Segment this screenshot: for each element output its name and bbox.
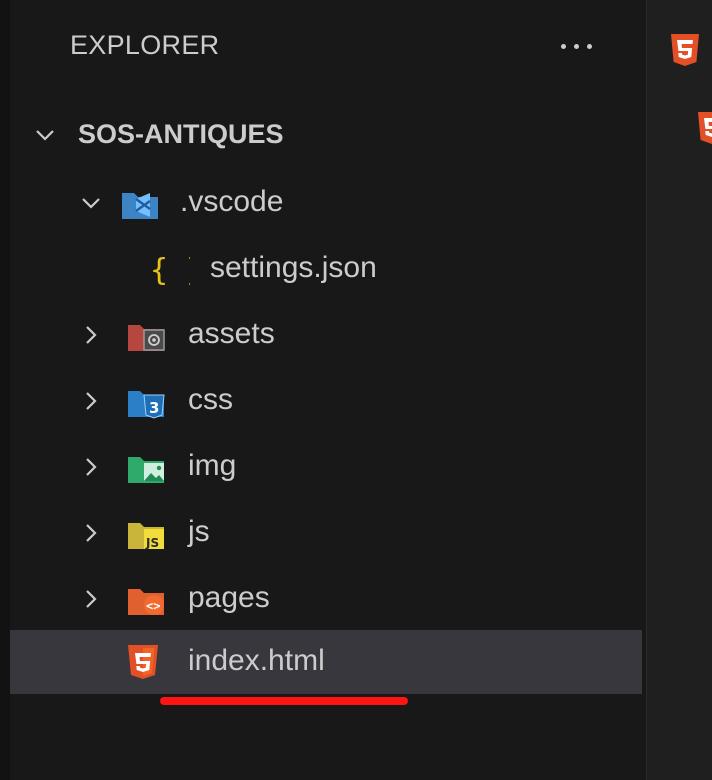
vscode-folder-icon	[120, 185, 162, 223]
css-folder-icon: 3	[126, 383, 168, 421]
assets-folder-icon	[126, 317, 168, 355]
image-folder-icon	[126, 449, 168, 487]
tree-item-label: img	[188, 449, 237, 482]
tree-item-label: assets	[188, 317, 275, 350]
chevron-right-icon	[80, 324, 102, 346]
html-folder-icon: <>	[126, 581, 168, 619]
chevron-right-icon	[80, 522, 102, 544]
root-folder-label: SOS-ANTIQUES	[78, 119, 284, 149]
chevron-down-icon	[80, 192, 102, 214]
chevron-right-icon	[80, 588, 102, 610]
svg-text:JS: JS	[145, 536, 159, 550]
html5-icon	[122, 643, 164, 681]
ellipsis-icon	[560, 43, 566, 49]
html5-icon[interactable]	[670, 33, 700, 74]
svg-text:{ }: { }	[150, 253, 190, 288]
svg-text:3: 3	[149, 399, 159, 417]
tree-item-settings-json[interactable]: { } settings.json	[10, 238, 642, 300]
explorer-title: EXPLORER	[70, 30, 220, 60]
tree-item-assets[interactable]: assets	[10, 304, 642, 366]
js-folder-icon: JS	[126, 515, 168, 553]
tree-item-label: css	[188, 383, 233, 416]
tree-item-img[interactable]: img	[10, 436, 642, 498]
tree-item-label: js	[188, 515, 210, 548]
html5-icon[interactable]	[697, 111, 712, 152]
tree-item-pages[interactable]: <> pages	[10, 568, 642, 630]
tree-item-index-html[interactable]: index.html	[10, 630, 642, 694]
more-actions-button[interactable]	[548, 28, 604, 64]
tree-root-sos-antiques[interactable]: SOS-ANTIQUES	[10, 104, 642, 166]
tree-item-label: index.html	[188, 644, 325, 677]
ellipsis-dot	[573, 43, 579, 49]
tree-item-css[interactable]: 3 css	[10, 370, 642, 432]
json-braces-icon: { }	[148, 250, 190, 288]
editor-area	[647, 0, 712, 780]
window-left-edge	[0, 0, 10, 780]
tree-item-js[interactable]: JS js	[10, 502, 642, 564]
tree-item-vscode[interactable]: .vscode	[10, 172, 642, 234]
chevron-down-icon	[34, 124, 56, 146]
chevron-right-icon	[80, 390, 102, 412]
tree-item-label: .vscode	[180, 185, 284, 218]
red-underline-annotation	[160, 697, 408, 705]
ellipsis-dot	[586, 43, 592, 49]
tree-item-label: settings.json	[210, 251, 377, 284]
svg-text:<>: <>	[146, 599, 160, 613]
tree-item-label: pages	[188, 581, 270, 614]
chevron-right-icon	[80, 456, 102, 478]
